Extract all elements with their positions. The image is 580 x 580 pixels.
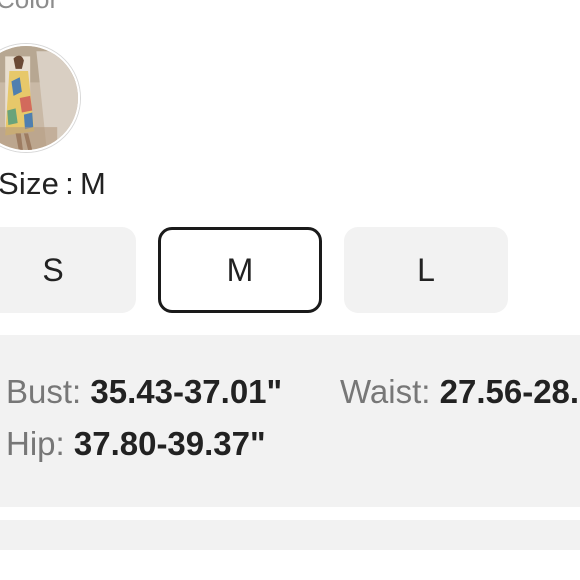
size-measurements-panel: Bust: 35.43-37.01" Waist: 27.56-28.74" H… xyxy=(0,335,580,507)
size-separator: : xyxy=(65,166,74,201)
bust-label: Bust: xyxy=(6,373,82,410)
size-label: Size xyxy=(0,166,60,201)
waist-value: 27.56-28.74" xyxy=(439,373,580,410)
color-swatch-thumbnail[interactable] xyxy=(0,44,80,152)
size-option-l[interactable]: L xyxy=(344,227,508,313)
bust-value: 35.43-37.01" xyxy=(90,373,283,410)
size-option-m[interactable]: M xyxy=(158,227,322,313)
hip-measurement: Hip: 37.80-39.37" xyxy=(6,425,266,463)
color-heading: Color xyxy=(0,0,58,15)
hip-value: 37.80-39.37" xyxy=(73,425,266,462)
size-heading: Size: M xyxy=(0,166,106,202)
bust-measurement: Bust: 35.43-37.01" xyxy=(6,373,282,411)
dress-photo-icon xyxy=(0,46,78,150)
size-selected-value: M xyxy=(79,166,106,201)
product-options-page: Color Size:M S M L Bust: 35.43-37.01" xyxy=(0,0,580,580)
waist-label: Waist: xyxy=(340,373,431,410)
next-section-bar xyxy=(0,520,580,550)
waist-measurement: Waist: 27.56-28.74" xyxy=(340,373,580,411)
size-option-s[interactable]: S xyxy=(0,227,136,313)
hip-label: Hip: xyxy=(6,425,65,462)
